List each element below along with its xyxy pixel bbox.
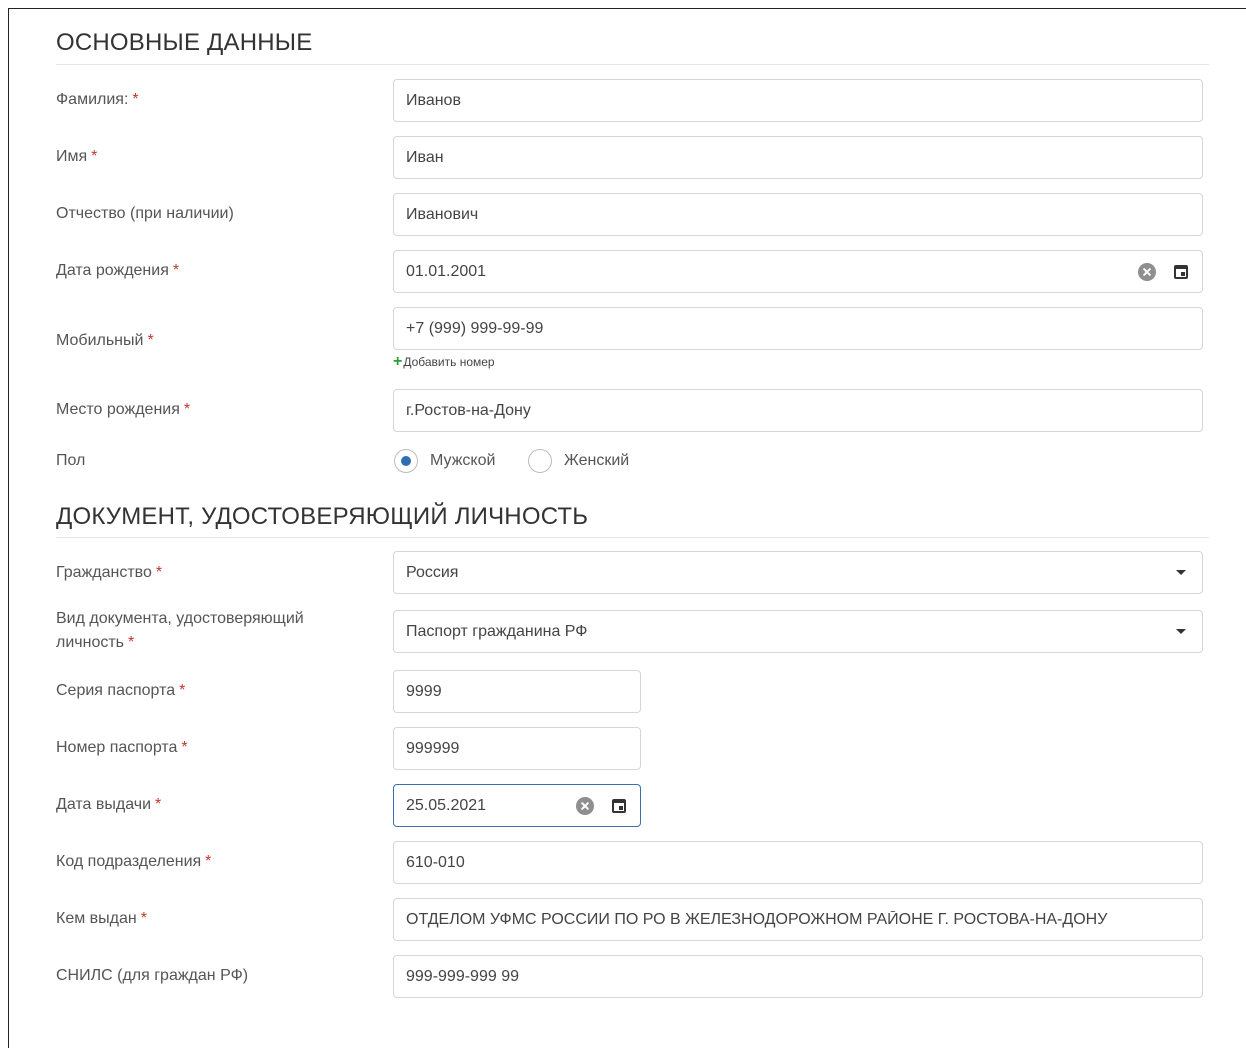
required-mark: * <box>147 332 154 349</box>
citizenship-label: Гражданство * <box>56 564 163 581</box>
birth-place-label: Место рождения * <box>56 401 191 418</box>
gender-radio-male[interactable]: Мужской <box>394 449 495 473</box>
required-mark: * <box>172 262 180 279</box>
gender-label: Пол <box>56 452 86 469</box>
gender-radio-female[interactable]: Женский <box>528 449 629 473</box>
patronymic-input[interactable]: Иванович <box>393 193 1203 236</box>
citizenship-select[interactable]: Россия <box>393 551 1203 594</box>
section-divider <box>56 64 1209 65</box>
birth-date-label: Дата рождения * <box>56 262 180 279</box>
radio-unchecked-icon <box>528 449 552 473</box>
required-mark: * <box>140 910 147 927</box>
mobile-input[interactable]: +7 (999) 999-99-99 <box>393 307 1203 350</box>
division-code-label: Код подразделения * <box>56 853 212 870</box>
required-mark: * <box>132 91 139 108</box>
birth-place-input[interactable]: г.Ростов-на-Дону <box>393 389 1203 432</box>
surname-input[interactable]: Иванов <box>393 79 1203 122</box>
calendar-icon[interactable] <box>612 798 626 813</box>
calendar-icon[interactable] <box>1174 264 1188 279</box>
required-mark: * <box>179 682 186 699</box>
division-code-input[interactable]: 610-010 <box>393 841 1203 884</box>
required-mark: * <box>91 148 98 165</box>
required-mark: * <box>155 796 162 813</box>
doc-type-label: Вид документа, удостоверяющий личность * <box>56 610 304 651</box>
passport-series-input[interactable]: 9999 <box>393 670 641 713</box>
issued-by-label: Кем выдан * <box>56 910 147 927</box>
snils-input[interactable]: 999-999-999 99 <box>393 955 1203 998</box>
clear-icon[interactable] <box>1138 262 1156 281</box>
name-input[interactable]: Иван <box>393 136 1203 179</box>
section-title-basic: ОСНОВНЫЕ ДАННЫЕ <box>56 29 313 56</box>
mobile-label: Мобильный * <box>56 332 154 349</box>
caret-down-icon <box>1176 570 1186 575</box>
required-mark: * <box>183 401 191 418</box>
doc-type-select[interactable]: Паспорт гражданина РФ <box>393 610 1203 653</box>
plus-icon: + <box>393 353 403 370</box>
section-title-document: ДОКУМЕНТ, УДОСТОВЕРЯЮЩИЙ ЛИЧНОСТЬ <box>56 503 589 530</box>
add-phone-link[interactable]: + Добавить номер <box>393 353 495 370</box>
snils-label: СНИЛС (для граждан РФ) <box>56 967 249 984</box>
issue-date-input[interactable]: 25.05.2021 <box>393 784 641 827</box>
surname-label: Фамилия: * <box>56 91 139 108</box>
passport-number-label: Номер паспорта * <box>56 739 188 756</box>
issued-by-input[interactable]: ОТДЕЛОМ УФМС РОССИИ ПО РО В ЖЕЛЕЗНОДОРОЖ… <box>393 898 1203 941</box>
caret-down-icon <box>1176 629 1186 634</box>
patronymic-label: Отчество (при наличии) <box>56 205 234 222</box>
issue-date-label: Дата выдачи * <box>56 796 162 813</box>
required-mark: * <box>181 739 188 756</box>
passport-series-label: Серия паспорта * <box>56 682 186 699</box>
passport-number-input[interactable]: 999999 <box>393 727 641 770</box>
clear-icon[interactable] <box>576 796 594 815</box>
section-divider <box>56 537 1209 538</box>
required-mark: * <box>128 634 135 651</box>
birth-date-input[interactable]: 01.01.2001 <box>393 250 1203 293</box>
name-label: Имя * <box>56 148 98 165</box>
required-mark: * <box>205 853 212 870</box>
radio-checked-icon <box>394 449 418 473</box>
required-mark: * <box>155 564 163 581</box>
